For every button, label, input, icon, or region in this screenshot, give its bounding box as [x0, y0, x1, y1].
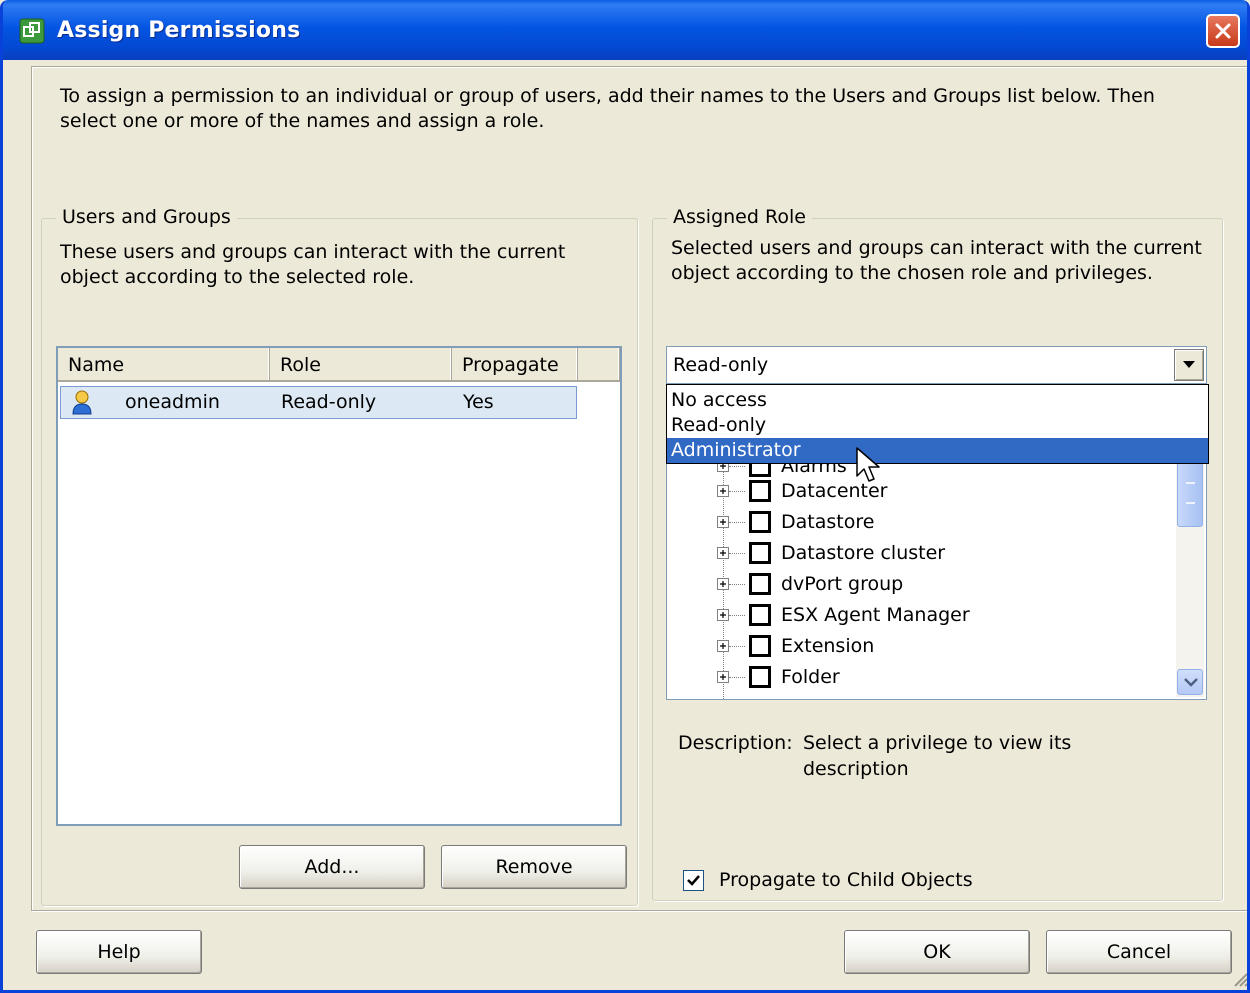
intro-text: To assign a permission to an individual …: [60, 85, 1155, 132]
propagate-label[interactable]: Propagate to Child Objects: [719, 866, 973, 894]
privilege-label: Datastore cluster: [781, 542, 946, 564]
chevron-down-icon: [1184, 678, 1198, 687]
scroll-down-button[interactable]: [1177, 669, 1203, 695]
scroll-thumb[interactable]: [1177, 455, 1203, 527]
tree-item-datacenter[interactable]: Datacenter: [667, 478, 1167, 508]
privilege-checkbox[interactable]: [749, 511, 771, 533]
assign-permissions-dialog: Assign Permissions To assign a permissio…: [0, 0, 1250, 993]
tree-item-datastore[interactable]: Datastore: [667, 509, 1167, 539]
tree-item-esx-agent-manager[interactable]: ESX Agent Manager: [667, 602, 1167, 632]
privilege-label: Datastore: [781, 511, 875, 533]
row-name: oneadmin: [125, 391, 220, 413]
privilege-checkbox[interactable]: [749, 542, 771, 564]
description-label: Description:: [678, 732, 793, 754]
help-button[interactable]: Help: [36, 930, 202, 974]
role-select[interactable]: Read-only: [666, 346, 1207, 384]
table-row[interactable]: oneadmin Read-only Yes: [60, 386, 577, 419]
tree-connector: [729, 584, 745, 585]
grip-icon: [1186, 482, 1195, 504]
tree-connector: [729, 646, 745, 647]
ok-button[interactable]: OK: [844, 930, 1030, 974]
dropdown-option-read-only[interactable]: Read-only: [667, 413, 1208, 438]
close-icon: [1215, 23, 1231, 39]
cancel-button[interactable]: Cancel: [1046, 930, 1232, 974]
app-icon: [19, 18, 45, 44]
expand-icon[interactable]: [717, 578, 729, 590]
privilege-checkbox[interactable]: [749, 635, 771, 657]
tree-connector: [729, 491, 745, 492]
description-value: Select a privilege to view its descripti…: [803, 732, 1072, 780]
privilege-label: ESX Agent Manager: [781, 604, 970, 626]
column-header-name[interactable]: Name: [58, 348, 270, 380]
close-button[interactable]: [1206, 14, 1240, 48]
remove-button[interactable]: Remove: [441, 845, 627, 889]
role-select-value: Read-only: [673, 354, 769, 376]
resize-grip-icon[interactable]: [1229, 968, 1249, 988]
tree-scrollbar[interactable]: [1176, 451, 1204, 697]
privilege-label: Folder: [781, 666, 840, 688]
privilege-label: dvPort group: [781, 573, 904, 595]
tree-connector: [729, 522, 745, 523]
column-header-filler: [578, 348, 620, 380]
window-title: Assign Permissions: [57, 18, 301, 43]
table-header: Name Role Propagate: [58, 348, 620, 382]
row-propagate: Yes: [463, 391, 494, 413]
row-role: Read-only: [281, 391, 377, 413]
expand-icon[interactable]: [717, 516, 729, 528]
users-groups-table[interactable]: Name Role Propagate oneadmin Read-only Y…: [56, 346, 622, 826]
dropdown-option-no-access[interactable]: No access: [667, 388, 1208, 413]
expand-icon[interactable]: [717, 485, 729, 497]
tree-connector: [729, 466, 745, 467]
column-header-role[interactable]: Role: [270, 348, 452, 380]
user-icon: [72, 390, 92, 415]
role-dropdown-list[interactable]: No access Read-only Administrator: [666, 384, 1209, 464]
add-button[interactable]: Add...: [239, 845, 425, 889]
expand-icon[interactable]: [717, 671, 729, 683]
propagate-checkbox[interactable]: [683, 870, 704, 891]
chevron-down-icon: [1183, 361, 1195, 368]
mouse-pointer-icon: [856, 447, 880, 482]
role-select-dropdown-button[interactable]: [1174, 349, 1204, 381]
title-bar[interactable]: Assign Permissions: [3, 0, 1247, 60]
users-groups-legend: Users and Groups: [56, 206, 237, 228]
privilege-checkbox[interactable]: [749, 604, 771, 626]
tree-item-extension[interactable]: Extension: [667, 633, 1167, 663]
tree-item-folder[interactable]: Folder: [667, 664, 1167, 694]
tree-item-datastore-cluster[interactable]: Datastore cluster: [667, 540, 1167, 570]
checkmark-icon: [687, 875, 700, 886]
assigned-role-description: Selected users and groups can interact w…: [671, 237, 1202, 284]
dropdown-option-administrator[interactable]: Administrator: [667, 438, 1208, 463]
expand-icon[interactable]: [717, 609, 729, 621]
privilege-checkbox[interactable]: [749, 480, 771, 502]
expand-icon[interactable]: [717, 640, 729, 652]
users-groups-description: These users and groups can interact with…: [60, 241, 566, 288]
privilege-checkbox[interactable]: [749, 573, 771, 595]
privilege-label: Extension: [781, 635, 875, 657]
expand-icon[interactable]: [717, 547, 729, 559]
privilege-checkbox[interactable]: [749, 666, 771, 688]
tree-connector: [729, 615, 745, 616]
column-header-propagate[interactable]: Propagate: [452, 348, 578, 380]
tree-item-dvport-group[interactable]: dvPort group: [667, 571, 1167, 601]
assigned-role-legend: Assigned Role: [667, 206, 812, 228]
tree-connector: [729, 677, 745, 678]
tree-connector: [729, 553, 745, 554]
